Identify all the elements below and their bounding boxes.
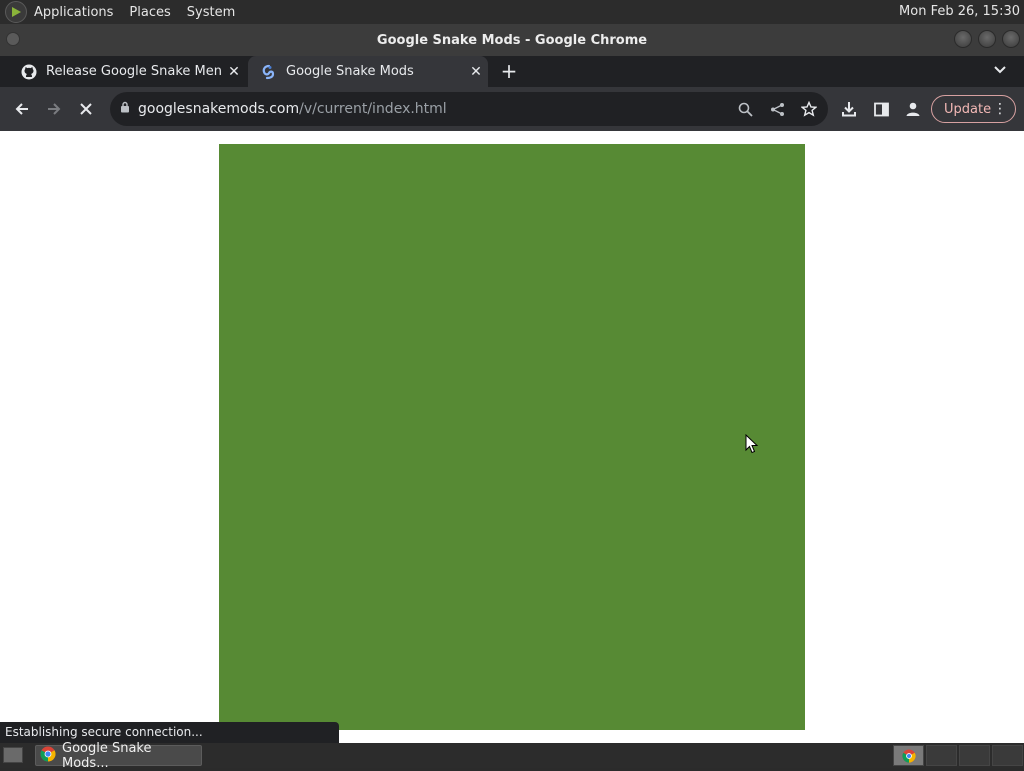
snake-mods-icon — [260, 63, 278, 81]
minimize-button[interactable] — [954, 30, 972, 48]
workspace-2[interactable] — [926, 745, 957, 766]
tab-close-icon[interactable]: ✕ — [222, 64, 246, 80]
page-content — [0, 131, 1024, 743]
tab-title: Release Google Snake Menu M — [46, 64, 222, 79]
tab-google-snake-mods[interactable]: Google Snake Mods ✕ — [248, 56, 488, 87]
back-arrow-icon[interactable] — [10, 97, 34, 121]
tab-search-chevron-icon[interactable] — [994, 62, 1006, 78]
url-path: /v/current/index.html — [299, 101, 447, 117]
menu-applications[interactable]: Applications — [34, 5, 113, 20]
distro-logo-icon[interactable] — [5, 1, 27, 23]
system-panel: Applications Places System Mon Feb 26, 1… — [0, 0, 1024, 24]
lock-icon[interactable] — [120, 101, 130, 117]
tab-release-google-snake[interactable]: Release Google Snake Menu M ✕ — [8, 56, 246, 87]
window-menu-icon[interactable] — [6, 32, 20, 46]
bookmark-star-icon[interactable] — [797, 97, 821, 121]
taskbar: Google Snake Mods... — [0, 741, 1024, 771]
chrome-icon — [40, 746, 56, 766]
window-titlebar[interactable]: Google Snake Mods - Google Chrome — [0, 24, 1024, 56]
tab-strip: Release Google Snake Menu M ✕ Google Sna… — [0, 56, 1024, 87]
stop-loading-icon[interactable] — [74, 97, 98, 121]
address-bar[interactable]: googlesnakemods.com/v/current/index.html — [110, 92, 828, 126]
menu-system[interactable]: System — [187, 5, 235, 20]
github-icon — [20, 63, 38, 81]
download-icon[interactable] — [837, 97, 861, 121]
tab-title: Google Snake Mods — [286, 64, 414, 79]
snake-game-canvas[interactable] — [219, 144, 805, 730]
mouse-cursor-icon — [745, 433, 759, 454]
new-tab-button[interactable]: + — [498, 60, 520, 82]
profile-avatar-icon[interactable] — [901, 97, 925, 121]
browser-toolbar: googlesnakemods.com/v/current/index.html… — [0, 87, 1024, 131]
update-label: Update — [944, 101, 992, 117]
close-window-button[interactable] — [1002, 30, 1020, 48]
more-menu-icon[interactable]: ⋮ — [993, 101, 1007, 117]
window-title: Google Snake Mods - Google Chrome — [376, 32, 648, 48]
workspace-1[interactable] — [893, 745, 924, 766]
menu-places[interactable]: Places — [129, 5, 170, 20]
taskbar-item-label: Google Snake Mods... — [62, 740, 152, 771]
taskbar-item-chrome[interactable]: Google Snake Mods... — [35, 741, 202, 771]
update-button[interactable]: Update ⋮ — [931, 95, 1016, 123]
workspace-4[interactable] — [992, 745, 1023, 766]
share-icon[interactable] — [765, 97, 789, 121]
tab-close-icon[interactable]: ✕ — [464, 64, 488, 80]
workspace-3[interactable] — [959, 745, 990, 766]
maximize-button[interactable] — [978, 30, 996, 48]
zoom-search-icon[interactable] — [733, 97, 757, 121]
show-desktop-icon[interactable] — [3, 747, 23, 763]
side-panel-icon[interactable] — [869, 97, 893, 121]
url-host: googlesnakemods.com — [138, 101, 300, 117]
forward-arrow-icon[interactable] — [42, 97, 66, 121]
clock[interactable]: Mon Feb 26, 15:30 — [899, 4, 1020, 19]
